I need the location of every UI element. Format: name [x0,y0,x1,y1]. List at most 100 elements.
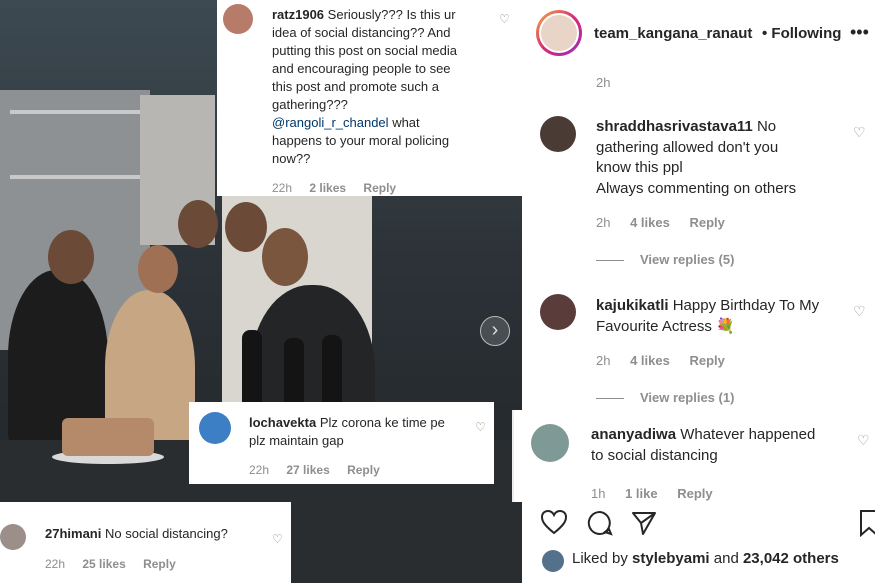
birthday-cake [62,418,154,456]
profile-avatar[interactable] [536,10,582,56]
bookshelf [10,110,140,114]
comment-body-line: Plz corona ke time pe [319,415,445,430]
comment-body-line: and encouraging people to see [272,61,451,76]
more-icon[interactable]: ••• [850,22,869,43]
reply-button[interactable]: Reply [677,486,712,501]
heart-icon[interactable]: ♡ [499,12,510,26]
comment-username[interactable]: shraddhasrivastava11 [596,118,753,135]
view-replies-button[interactable]: View replies (1) [596,390,734,405]
comment-body-line: this post and promote such a [272,79,439,94]
comment-icon[interactable] [586,509,614,537]
person-head [48,230,94,284]
comment-body-line: Favourite Actress [596,317,712,335]
bouquet-emoji: 💐 [716,317,735,335]
avatar[interactable] [0,524,26,550]
person-head [178,200,218,248]
post-time: 2h [596,75,611,90]
heart-icon[interactable]: ♡ [853,303,866,320]
liked-by: Liked by stylebyami and 23,042 others [572,550,839,567]
comment-likes[interactable]: 27 likes [286,463,329,477]
comment-text: kajukikatli Happy Birthday To My Favouri… [596,296,846,337]
comment-body-line: what [392,115,420,130]
comment-text: shraddhasrivastava11 No gathering allowe… [596,117,846,199]
avatar[interactable] [199,412,231,444]
comment-time: 1h [591,486,606,501]
heart-icon[interactable] [540,509,568,535]
following-button[interactable]: • Following [762,25,841,42]
comment-likes[interactable]: 2 likes [309,181,346,195]
bookmark-icon[interactable] [858,509,875,537]
reply-button[interactable]: Reply [689,353,724,368]
comment-body-line: Seriously??? Is this ur [327,7,456,22]
comment-card: ratz1906 Seriously??? Is this ur idea of… [217,0,522,196]
comment-meta: 2h 4 likes Reply [596,215,741,230]
reply-button[interactable]: Reply [689,215,724,230]
comment-username[interactable]: kajukikatli [596,297,669,314]
comment-username[interactable]: ratz1906 [272,7,324,22]
comment-likes[interactable]: 1 like [625,486,658,501]
comment-meta: 2h 4 likes Reply [596,353,741,368]
comment-text: 27himani No social distancing? [45,525,265,543]
liked-by-middle: and [713,550,739,567]
comment-time: 22h [272,181,293,195]
comment-username[interactable]: ananyadiwa [591,426,676,443]
comment-body-line: to social distancing [591,446,718,464]
reply-button[interactable]: Reply [143,557,176,571]
comment-body-line: No [756,118,777,135]
avatar[interactable] [542,550,564,572]
bookshelf [10,175,140,179]
heart-icon[interactable]: ♡ [272,532,283,546]
comment-body-line: Whatever happened [680,426,816,443]
person-head [262,228,308,286]
profile-username[interactable]: team_kangana_ranaut [594,25,752,42]
comment-body-line: gathering??? [272,97,348,112]
avatar[interactable] [531,424,569,462]
comment-body-line: No social distancing? [104,526,228,541]
comment-body-line: putting this post on social media [272,43,457,58]
heart-icon[interactable]: ♡ [853,124,866,141]
liked-by-others[interactable]: 23,042 others [743,550,839,567]
reply-button[interactable]: Reply [347,463,380,477]
comment-body-line: now?? [272,151,311,166]
divider [596,398,624,400]
heart-icon[interactable]: ♡ [475,420,486,434]
chevron-right-icon[interactable]: › [480,316,510,346]
comment-likes[interactable]: 4 likes [630,353,670,368]
comment-body-line: know this ppl [596,159,683,176]
comment-card: 27himani No social distancing? ♡ 22h 25 … [0,502,291,583]
avatar[interactable] [223,4,253,34]
comments-panel: team_kangana_ranaut • Following ••• 2h s… [514,0,875,583]
heart-icon[interactable]: ♡ [857,432,870,449]
mention-link[interactable]: @rangoli_r_chandel [272,115,389,130]
comment-time: 2h [596,215,611,230]
reply-button[interactable]: Reply [363,181,396,195]
comment-username[interactable]: lochavekta [249,415,316,430]
comment-meta: 22h 25 likes Reply [45,557,190,571]
comment-body-line: happens to your moral policing [272,133,450,148]
comment-text: ratz1906 Seriously??? Is this ur idea of… [272,6,502,168]
avatar[interactable] [540,116,576,152]
comment-body-line: gathering allowed don't you [596,138,779,156]
comment-likes[interactable]: 4 likes [630,215,670,230]
comment-text: ananyadiwa Whatever happened to social d… [591,425,841,466]
comment-time: 22h [249,463,270,477]
comment-meta: 1h 1 like Reply [591,486,729,501]
avatar[interactable] [540,294,576,330]
view-replies-button[interactable]: View replies (5) [596,252,734,267]
view-replies-label[interactable]: View replies (5) [640,252,734,267]
comment-card: lochavekta Plz corona ke time pe plz mai… [189,402,494,484]
comment-body-line: Happy Birthday To My [672,297,820,314]
comment-card: ananyadiwa Whatever happened to social d… [514,410,875,502]
share-icon[interactable] [630,509,658,537]
person-head [225,202,267,252]
comment-likes[interactable]: 25 likes [82,557,125,571]
comment-body-line: plz maintain gap [249,433,344,448]
divider [596,260,624,262]
liked-by-user[interactable]: stylebyami [632,550,710,567]
view-replies-label[interactable]: View replies (1) [640,390,734,405]
person-head [138,245,178,293]
comment-text: lochavekta Plz corona ke time pe plz mai… [249,414,469,450]
comment-username[interactable]: 27himani [45,526,101,541]
comment-meta: 22h 2 likes Reply [272,181,410,195]
liked-by-prefix: Liked by [572,550,628,567]
